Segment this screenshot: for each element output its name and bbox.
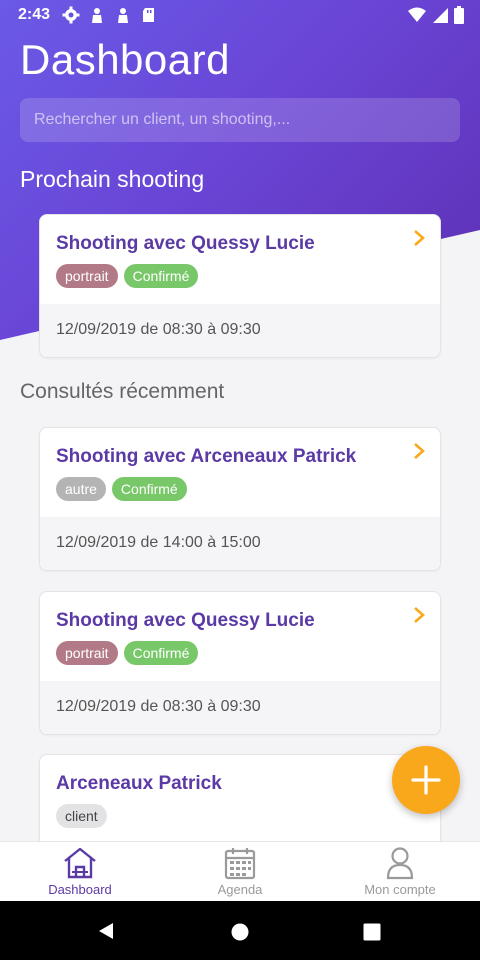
card-title: Shooting avec Quessy Lucie — [56, 233, 315, 254]
wifi-icon — [408, 7, 426, 28]
tag-autre: autre — [56, 477, 106, 501]
chevron-right-icon — [414, 607, 425, 623]
search-input[interactable] — [20, 98, 460, 142]
status-time: 2:43 — [18, 6, 51, 23]
sd-card-icon — [140, 6, 158, 24]
signal-icon — [432, 7, 448, 28]
plus-icon — [411, 765, 441, 795]
card-date: 12/09/2019 de 08:30 à 09:30 — [40, 304, 440, 357]
chevron-right-icon — [414, 443, 425, 459]
status-bar: 2:43 — [0, 0, 480, 30]
home-button-icon[interactable] — [230, 922, 250, 942]
notification-icon — [88, 6, 106, 24]
nav-label: Dashboard — [48, 882, 112, 897]
card-title: Shooting avec Quessy Lucie — [56, 610, 315, 631]
recent-card[interactable]: Shooting avec Arceneaux Patrick autre Co… — [39, 427, 441, 571]
notification-icon — [114, 6, 132, 24]
battery-icon — [454, 6, 464, 29]
next-shooting-card[interactable]: Shooting avec Quessy Lucie portrait Conf… — [39, 214, 441, 358]
tag-confirmed: Confirmé — [123, 264, 199, 288]
tag-confirmed: Confirmé — [111, 477, 187, 501]
screen: 2:43 Dashboard Rechercher un client, un … — [0, 0, 480, 960]
nav-item-agenda[interactable]: Agenda — [160, 842, 320, 901]
nav-label: Agenda — [217, 882, 263, 897]
nav-label: Mon compte — [364, 882, 436, 897]
user-icon — [386, 847, 414, 880]
add-button[interactable] — [392, 746, 460, 814]
chevron-right-icon — [414, 230, 425, 246]
settings-icon — [62, 6, 80, 24]
system-nav-bar — [0, 901, 480, 960]
card-title: Shooting avec Arceneaux Patrick — [56, 446, 357, 467]
back-icon[interactable] — [96, 921, 116, 941]
section-title-recent: Consultés récemment — [20, 380, 225, 403]
tag-portrait: portrait — [56, 264, 118, 288]
bottom-nav: Dashboard Agenda Mon compte — [0, 841, 480, 901]
tag-portrait: portrait — [56, 641, 118, 665]
recent-card[interactable]: Shooting avec Quessy Lucie portrait Conf… — [39, 591, 441, 735]
card-date: 12/09/2019 de 08:30 à 09:30 — [40, 681, 440, 734]
nav-item-account[interactable]: Mon compte — [320, 842, 480, 901]
card-title: Arceneaux Patrick — [56, 773, 222, 794]
nav-item-dashboard[interactable]: Dashboard — [0, 842, 160, 901]
home-icon — [64, 847, 96, 879]
recents-icon[interactable] — [362, 922, 382, 942]
section-title-next-shooting: Prochain shooting — [20, 166, 205, 192]
page-title: Dashboard — [20, 36, 230, 83]
calendar-icon — [224, 848, 256, 880]
tag-confirmed: Confirmé — [123, 641, 199, 665]
card-date: 12/09/2019 de 14:00 à 15:00 — [40, 517, 440, 570]
tag-client: client — [56, 804, 107, 828]
